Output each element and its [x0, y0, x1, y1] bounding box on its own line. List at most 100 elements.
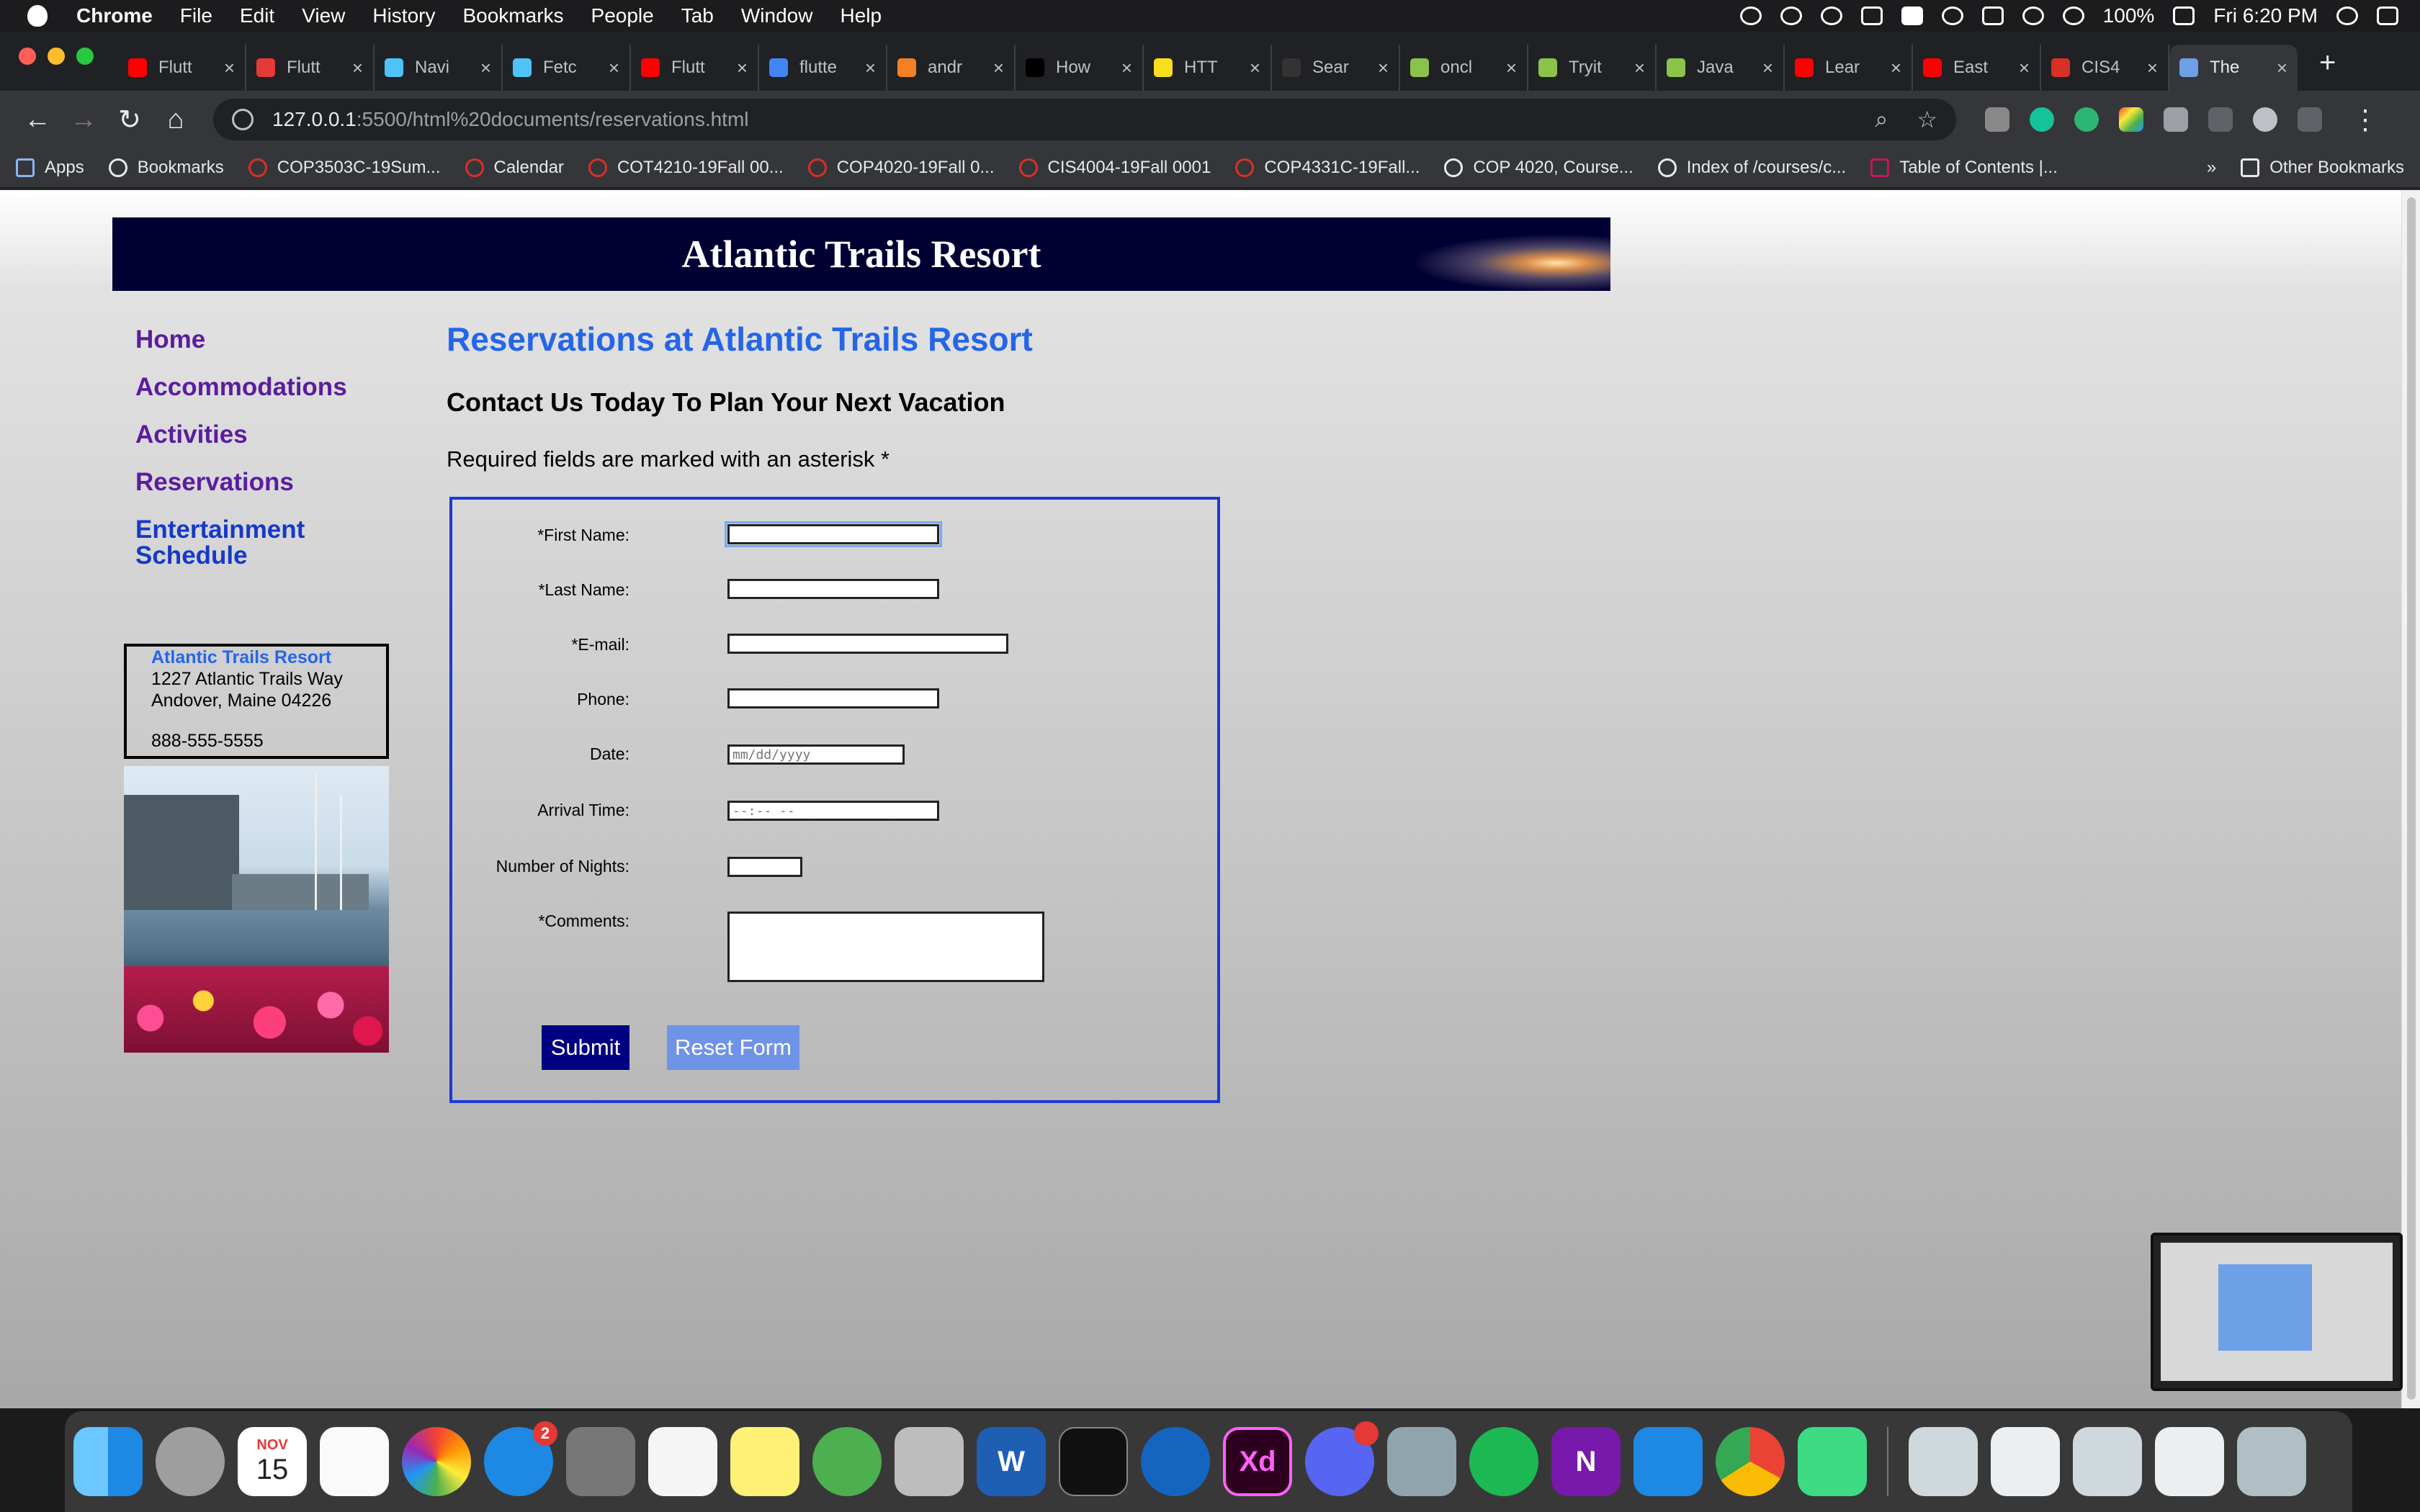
- spotify-icon[interactable]: [1469, 1427, 1538, 1496]
- nav-accommodations[interactable]: Accommodations: [135, 374, 373, 400]
- new-tab-button[interactable]: +: [2298, 47, 2357, 91]
- bookmarks-overflow-button[interactable]: »: [2207, 158, 2216, 178]
- tab-close-icon[interactable]: ×: [609, 57, 619, 79]
- browser-tab[interactable]: The ×: [2169, 45, 2298, 91]
- recent-window-thumbnail-icon[interactable]: [2155, 1427, 2224, 1496]
- recent-window-thumbnail-icon[interactable]: [2073, 1427, 2142, 1496]
- tab-close-icon[interactable]: ×: [1378, 57, 1389, 79]
- bookmark-bookmarks[interactable]: Bookmarks: [108, 158, 224, 178]
- tab-close-icon[interactable]: ×: [1121, 57, 1132, 79]
- menu-help[interactable]: Help: [840, 4, 882, 27]
- page-scrollbar[interactable]: [2401, 190, 2420, 1408]
- tab-close-icon[interactable]: ×: [1506, 57, 1517, 79]
- tab-close-icon[interactable]: ×: [224, 57, 235, 79]
- menu-edit[interactable]: Edit: [240, 4, 274, 27]
- warning-icon[interactable]: [1901, 6, 1923, 25]
- screenshot-thumbnail-preview[interactable]: [2151, 1233, 2403, 1391]
- reload-icon[interactable]: ↻: [107, 104, 153, 136]
- apple-icon[interactable]: [27, 5, 48, 27]
- trash-icon[interactable]: [2237, 1427, 2306, 1496]
- extension-badge-icon[interactable]: [2074, 107, 2099, 132]
- phone-field[interactable]: [727, 688, 939, 708]
- image-capture-icon[interactable]: [1387, 1427, 1456, 1496]
- tab-close-icon[interactable]: ×: [2277, 57, 2287, 79]
- bookmark-apps[interactable]: Apps: [16, 158, 84, 178]
- nav-activities[interactable]: Activities: [135, 422, 373, 448]
- preview-pen-icon[interactable]: [895, 1427, 964, 1496]
- scrollbar-thumb[interactable]: [2407, 197, 2416, 1400]
- textedit-icon[interactable]: [648, 1427, 717, 1496]
- chrome-icon[interactable]: [1716, 1427, 1785, 1496]
- creative-cloud-icon[interactable]: [1739, 6, 1762, 25]
- clock[interactable]: Fri 6:20 PM: [2213, 4, 2318, 27]
- address-bar[interactable]: 127.0.0.1:5500/html%20documents/reservat…: [213, 99, 1956, 140]
- spotlight-search-icon[interactable]: [2336, 6, 2358, 25]
- browser-tab[interactable]: oncl ×: [1400, 45, 1528, 91]
- recent-window-thumbnail-icon[interactable]: [1909, 1427, 1978, 1496]
- wechat-icon[interactable]: [812, 1427, 882, 1496]
- wifi-icon[interactable]: [2062, 6, 2084, 25]
- comments-field[interactable]: [727, 912, 1044, 982]
- menu-window[interactable]: Window: [741, 4, 813, 27]
- nights-field[interactable]: [727, 857, 802, 877]
- tab-close-icon[interactable]: ×: [1634, 57, 1645, 79]
- bookmark-other-bookmarks[interactable]: Other Bookmarks: [2241, 158, 2404, 178]
- battery-percent[interactable]: 100%: [2103, 4, 2155, 27]
- bookmark-cop4020-course[interactable]: COP 4020, Course...: [1444, 158, 1634, 178]
- chrome-menu-icon[interactable]: ⋮: [2342, 104, 2388, 136]
- nav-home[interactable]: Home: [135, 327, 373, 353]
- minimize-window-icon[interactable]: [48, 48, 65, 65]
- back-arrow-icon[interactable]: ←: [14, 104, 60, 135]
- menu-people[interactable]: People: [591, 4, 654, 27]
- tab-close-icon[interactable]: ×: [2147, 57, 2158, 79]
- react-devtools-icon[interactable]: [2253, 107, 2277, 132]
- browser-tab[interactable]: How ×: [1016, 45, 1144, 91]
- browser-tab[interactable]: East ×: [1913, 45, 2041, 91]
- sparkle-icon[interactable]: [1780, 6, 1802, 25]
- menu-file[interactable]: File: [180, 4, 212, 27]
- browser-tab[interactable]: andr ×: [887, 45, 1016, 91]
- last-name-field[interactable]: [727, 579, 939, 599]
- extension-icon[interactable]: [1985, 107, 2009, 132]
- puzzle-extensions-icon[interactable]: [2298, 107, 2322, 132]
- do-not-disturb-icon[interactable]: [1941, 6, 1963, 25]
- tab-close-icon[interactable]: ×: [737, 57, 748, 79]
- wordtune-icon[interactable]: [2208, 107, 2233, 132]
- bookmark-table-of-contents[interactable]: Table of Contents |...: [1870, 158, 2058, 178]
- android-studio-icon[interactable]: [1798, 1427, 1867, 1496]
- notification-center-icon[interactable]: [2377, 6, 2398, 25]
- reset-form-button[interactable]: Reset Form: [667, 1025, 799, 1070]
- tab-close-icon[interactable]: ×: [480, 57, 491, 79]
- vscode-icon[interactable]: [1634, 1427, 1703, 1496]
- date-field[interactable]: [727, 744, 905, 765]
- reminders-icon[interactable]: [320, 1427, 389, 1496]
- browser-tab[interactable]: Flutt ×: [118, 45, 246, 91]
- bookmark-cop4020[interactable]: COP4020-19Fall 0...: [807, 158, 995, 178]
- browser-tab[interactable]: HTT ×: [1144, 45, 1272, 91]
- bookmark-cot4210[interactable]: COT4210-19Fall 00...: [588, 158, 784, 178]
- bookmark-star-icon[interactable]: ☆: [1917, 106, 1937, 133]
- browser-tab[interactable]: Flutt ×: [631, 45, 759, 91]
- color-picker-icon[interactable]: [2119, 107, 2143, 132]
- browser-tab[interactable]: Java ×: [1657, 45, 1785, 91]
- browser-tab[interactable]: CIS4 ×: [2041, 45, 2169, 91]
- bluetooth-icon[interactable]: [2022, 6, 2044, 25]
- tab-close-icon[interactable]: ×: [2019, 57, 2030, 79]
- tab-close-icon[interactable]: ×: [1250, 57, 1260, 79]
- menu-chrome[interactable]: Chrome: [76, 4, 153, 27]
- discord-icon[interactable]: [1305, 1421, 1379, 1496]
- bookmark-cop3503c[interactable]: COP3503C-19Sum...: [248, 158, 441, 178]
- bookmark-cop4331c[interactable]: COP4331C-19Fall...: [1235, 158, 1420, 178]
- site-info-icon[interactable]: [232, 109, 254, 130]
- onenote-icon[interactable]: N: [1551, 1427, 1621, 1496]
- menu-tab[interactable]: Tab: [681, 4, 714, 27]
- grammarly-icon[interactable]: [2030, 107, 2054, 132]
- submit-button[interactable]: Submit: [542, 1025, 629, 1070]
- browser-tab[interactable]: Flutt ×: [246, 45, 375, 91]
- close-window-icon[interactable]: [19, 48, 36, 65]
- tab-close-icon[interactable]: ×: [1762, 57, 1773, 79]
- browser-tab[interactable]: Navi ×: [375, 45, 503, 91]
- arrival-time-field[interactable]: [727, 801, 939, 821]
- menu-history[interactable]: History: [372, 4, 435, 27]
- tab-close-icon[interactable]: ×: [352, 57, 363, 79]
